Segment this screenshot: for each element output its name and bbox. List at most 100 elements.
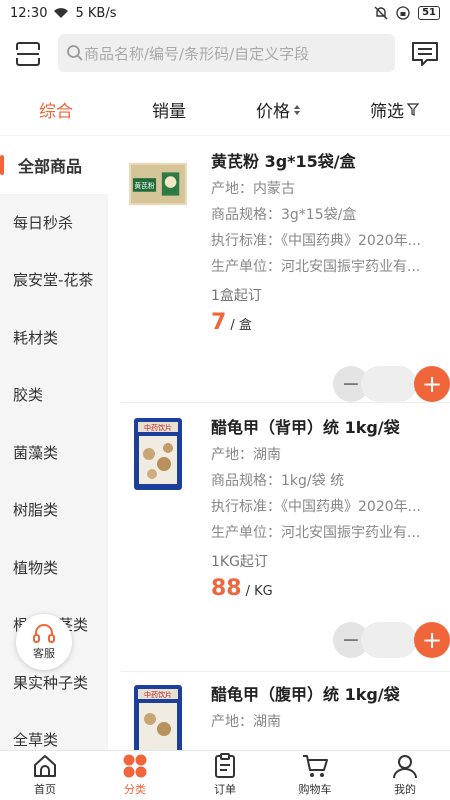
sidebar-item-consumables[interactable]: 耗材类: [0, 309, 108, 367]
product-name: 黄芪粉 3g*15袋/盒: [211, 152, 356, 171]
tab-comprehensive-label: 综合: [39, 102, 73, 122]
status-bar: 12:30 5 KB/s 51: [0, 0, 450, 26]
divider: [121, 671, 450, 672]
tab-price[interactable]: 价格: [256, 97, 301, 122]
product-image-label: 中药饮片: [144, 690, 172, 699]
product-origin: 产地：湖南: [211, 447, 281, 463]
product-info: 黄芪粉 3g*15袋/盒 产地：内蒙古 商品规格：3g*15袋/盒 执行标准：《…: [211, 148, 450, 350]
product-name: 醋龟甲（背甲）统 1kg/袋: [211, 418, 400, 437]
sidebar-item-label: 植物类: [13, 558, 59, 577]
product-standard: 执行标准：《中国药典》2020年...: [211, 499, 421, 515]
sidebar-item-label: 果实种子类: [13, 673, 89, 692]
product-image: 黄芪粉: [129, 162, 187, 206]
customer-service-button[interactable]: 客服: [16, 614, 72, 670]
clock: 12:30: [10, 5, 48, 21]
product-price: 88: [211, 576, 242, 601]
nav-mine[interactable]: 我的: [360, 751, 450, 800]
product-list: 黄芪粉 黄芪粉 3g*15袋/盒 产地：内蒙古 商品规格：3g*15袋/盒 执行…: [108, 136, 450, 750]
sidebar-item-label: 全草类: [13, 731, 59, 750]
mute-bell-icon: [374, 6, 388, 20]
product-origin: 产地：湖南: [211, 714, 281, 730]
home-icon: [34, 755, 56, 777]
customer-service-label: 客服: [33, 647, 55, 660]
nav-category[interactable]: 分类: [90, 751, 180, 800]
product-image-label: 黄芪粉: [134, 181, 155, 190]
lock-rotation-icon: [396, 6, 410, 20]
product-spec: 商品规格：3g*15袋/盒: [211, 207, 357, 223]
sidebar-item-gelatins[interactable]: 胶类: [0, 366, 108, 424]
product-standard: 执行标准：《中国药典》2020年...: [211, 233, 421, 249]
quantity-stepper: − +: [333, 366, 450, 402]
quantity-field[interactable]: [361, 366, 417, 402]
filter-icon: [407, 103, 419, 116]
nav-mine-label: 我的: [394, 783, 416, 796]
nav-home-label: 首页: [34, 783, 56, 796]
sidebar-item-label: 胶类: [13, 386, 44, 405]
product-name: 醋龟甲（腹甲）统 1kg/袋: [211, 685, 400, 704]
tab-sales-label: 销量: [152, 102, 186, 122]
wifi-icon: [54, 8, 69, 18]
increase-button[interactable]: +: [414, 622, 450, 658]
nav-orders[interactable]: 订单: [180, 751, 270, 800]
nav-orders-label: 订单: [214, 783, 236, 796]
bottom-nav: 首页 分类 订单 购物车 我的: [0, 750, 450, 800]
tab-filter[interactable]: 筛选: [370, 97, 419, 122]
sidebar-item-label: 树脂类: [13, 501, 59, 520]
product-image: 中药饮片: [134, 418, 182, 490]
sidebar-item-plants[interactable]: 植物类: [0, 539, 108, 597]
sidebar-item-all[interactable]: 全部商品: [0, 136, 108, 194]
sidebar-item-label: 全部商品: [18, 156, 83, 176]
product-maker: 生产单位：河北安国振宇药业有...: [211, 525, 421, 541]
nav-home[interactable]: 首页: [0, 751, 90, 800]
sidebar-item-label: 菌藻类: [13, 443, 59, 462]
sidebar-item-whole-herbs[interactable]: 全草类: [0, 711, 108, 750]
search-placeholder: 商品名称/编号/条形码/自定义字段: [84, 44, 310, 63]
sort-tabs: 综合 销量 价格 筛选: [0, 84, 450, 136]
sidebar-item-label: 宸安堂-花茶: [13, 271, 94, 290]
product-image: 中药饮片: [134, 685, 182, 750]
search-icon: [67, 45, 83, 61]
network-speed: 5 KB/s: [75, 5, 117, 21]
product-spec: 商品规格：1kg/袋 统: [211, 473, 345, 489]
product-origin: 产地：内蒙古: [211, 181, 295, 197]
category-icon: [123, 754, 147, 778]
sidebar-item-resins[interactable]: 树脂类: [0, 481, 108, 539]
battery-indicator: 51: [418, 6, 440, 20]
nav-cart[interactable]: 购物车: [270, 751, 360, 800]
top-bar: 商品名称/编号/条形码/自定义字段: [0, 26, 450, 82]
product-price: 7: [211, 310, 227, 335]
product-unit: / 盒: [230, 318, 252, 333]
search-input[interactable]: 商品名称/编号/条形码/自定义字段: [58, 34, 395, 72]
sidebar-item-flash-sale[interactable]: 每日秒杀: [0, 194, 108, 252]
quantity-field[interactable]: [361, 622, 417, 658]
headset-icon: [33, 624, 55, 643]
tab-comprehensive[interactable]: 综合: [39, 97, 73, 122]
product-moq: 1盒起订: [211, 288, 262, 304]
cart-icon: [303, 755, 328, 777]
user-icon: [393, 755, 417, 779]
nav-category-label: 分类: [124, 783, 146, 796]
sidebar-item-fungi-algae[interactable]: 菌藻类: [0, 424, 108, 482]
product-price-row: 88 / KG: [211, 576, 450, 616]
product-price-row: 7 / 盒: [211, 310, 450, 350]
quantity-stepper: − +: [333, 622, 450, 658]
product-info: 醋龟甲（背甲）统 1kg/袋 产地：湖南 商品规格：1kg/袋 统 执行标准：《…: [211, 414, 450, 616]
divider: [121, 402, 450, 403]
tab-price-label: 价格: [256, 102, 290, 122]
product-moq: 1KG起订: [211, 554, 268, 570]
product-image-label: 中药饮片: [144, 423, 172, 432]
scan-icon[interactable]: [14, 40, 42, 68]
message-icon[interactable]: [410, 40, 440, 68]
product-unit: / KG: [245, 584, 273, 599]
nav-cart-label: 购物车: [298, 783, 332, 796]
sort-arrows-icon: [294, 104, 300, 115]
sidebar-item-label: 耗材类: [13, 328, 59, 347]
product-maker: 生产单位：河北安国振宇药业有...: [211, 259, 421, 275]
sidebar-item-flower-tea[interactable]: 宸安堂-花茶: [0, 251, 108, 309]
orders-icon: [215, 753, 235, 778]
product-info: 醋龟甲（腹甲）统 1kg/袋 产地：湖南: [211, 681, 450, 735]
tab-sales[interactable]: 销量: [152, 97, 186, 122]
sidebar-item-label: 每日秒杀: [13, 213, 74, 232]
tab-filter-label: 筛选: [370, 102, 404, 122]
increase-button[interactable]: +: [414, 366, 450, 402]
